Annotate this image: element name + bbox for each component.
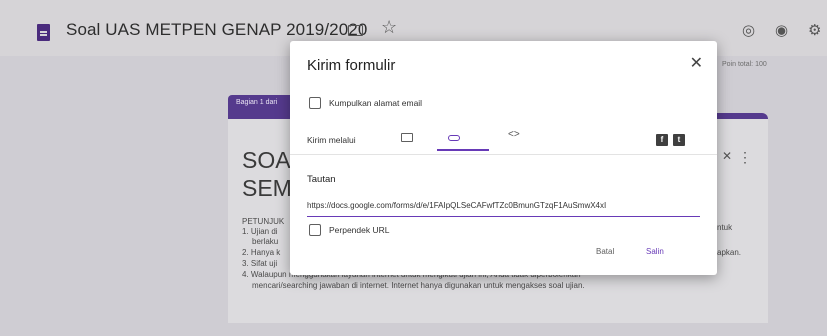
embed-icon[interactable]: <> (508, 129, 520, 140)
instruction-line: 2. Hanya k (242, 248, 281, 257)
instructions-heading: PETUNJUK (242, 217, 285, 226)
gear-icon[interactable]: ⚙ (808, 21, 821, 39)
instruction-fragment: apkan. (717, 248, 742, 257)
copy-button[interactable]: Salin (646, 247, 664, 256)
dialog-title: Kirim formulir (307, 57, 396, 74)
instruction-line: mencari/searching jawaban di internet. I… (252, 281, 585, 290)
instruction-line: 1. Ujian di (242, 227, 278, 236)
eye-icon[interactable]: ◉ (775, 21, 788, 39)
twitter-icon[interactable]: t (673, 134, 685, 146)
link-url-field[interactable]: https://docs.google.com/forms/d/e/1FAIpQ… (307, 201, 606, 210)
close-icon[interactable]: ✕ (722, 149, 732, 163)
divider (290, 154, 717, 155)
shorten-url-label: Perpendek URL (329, 225, 390, 235)
card-title-line1: SOA (242, 147, 291, 173)
section-tag: Bagian 1 dari (228, 95, 298, 113)
url-field-underline (307, 216, 700, 217)
mail-icon[interactable] (401, 133, 413, 142)
palette-icon[interactable]: ◎ (742, 21, 755, 39)
more-options-icon[interactable]: ⋮ (738, 149, 752, 166)
card-title-line2: SEM (242, 175, 292, 201)
send-form-dialog: Kirim formulir ✕ Kumpulkan alamat email … (290, 41, 717, 275)
forms-doc-icon (37, 24, 50, 41)
send-via-label: Kirim melalui (307, 135, 356, 145)
form-title[interactable]: Soal UAS METPEN GENAP 2019/2020 (66, 20, 367, 40)
total-points: Poin total: 100 (722, 61, 767, 68)
link-section-title: Tautan (307, 174, 336, 185)
link-icon[interactable] (448, 135, 460, 141)
active-tab-indicator (437, 149, 489, 151)
shorten-url-checkbox[interactable] (309, 224, 321, 236)
close-icon[interactable]: ✕ (690, 53, 703, 73)
cancel-button[interactable]: Batal (596, 247, 614, 256)
star-icon[interactable]: ☆ (381, 17, 397, 38)
facebook-icon[interactable]: f (656, 134, 668, 146)
instruction-line: 3. Sifat uji (242, 259, 278, 268)
instruction-line: berlaku (252, 237, 279, 246)
folder-icon[interactable] (348, 25, 363, 36)
instruction-fragment: ntuk (717, 223, 733, 232)
collect-email-label: Kumpulkan alamat email (329, 98, 423, 108)
collect-email-checkbox[interactable] (309, 97, 321, 109)
